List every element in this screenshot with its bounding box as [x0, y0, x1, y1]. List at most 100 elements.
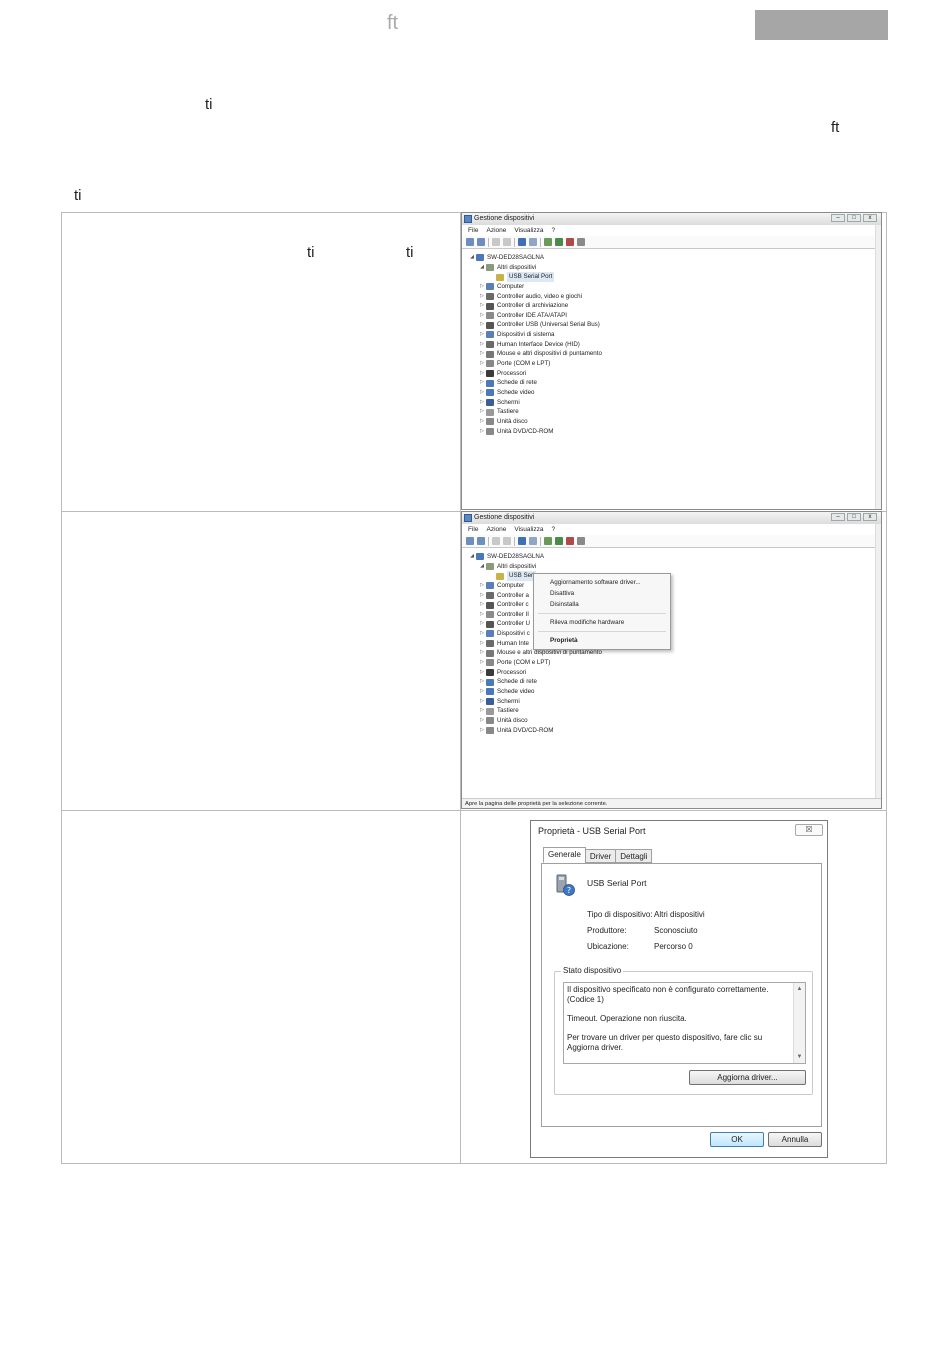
- tree-node[interactable]: ▷ Controller IDE ATA/ATAPI: [468, 311, 881, 321]
- tree-node[interactable]: ▷ Processori: [468, 369, 881, 379]
- tab-dettagli[interactable]: Dettagli: [615, 849, 653, 863]
- window-scrollbar[interactable]: [875, 524, 881, 808]
- minimize-button[interactable]: –: [831, 513, 845, 521]
- maximize-button[interactable]: □: [847, 513, 861, 521]
- tree-view-icon[interactable]: [492, 238, 500, 246]
- tree-node[interactable]: ▷ Computer: [468, 282, 881, 292]
- expand-toggle-icon[interactable]: ▷: [478, 697, 486, 707]
- tree-node[interactable]: ▷ Unità DVD/CD-ROM: [468, 427, 881, 437]
- expand-toggle-icon[interactable]: ▷: [478, 658, 486, 668]
- forward-icon[interactable]: [477, 238, 485, 246]
- expand-toggle-icon[interactable]: ▷: [478, 330, 486, 340]
- menu-item-disable[interactable]: Disattiva: [534, 588, 670, 599]
- close-button[interactable]: x: [863, 214, 877, 222]
- expand-toggle-icon[interactable]: ▷: [478, 301, 486, 311]
- expand-toggle-icon[interactable]: ▷: [478, 398, 486, 408]
- expand-toggle-icon[interactable]: ▷: [478, 648, 486, 658]
- expand-toggle-icon[interactable]: ▷: [478, 320, 486, 330]
- expand-toggle-icon[interactable]: ◢: [478, 263, 486, 273]
- tree-node[interactable]: ▷ Human Interface Device (HID): [468, 340, 881, 350]
- menu-item-update-driver[interactable]: Aggiornamento software driver...: [534, 577, 670, 588]
- scroll-up-icon[interactable]: ▲: [794, 984, 805, 994]
- tree-node[interactable]: ▷ Tastiere: [468, 706, 881, 716]
- expand-toggle-icon[interactable]: ◢: [468, 253, 476, 263]
- scan-hardware-icon[interactable]: [544, 537, 552, 545]
- minimize-button[interactable]: –: [831, 214, 845, 222]
- expand-toggle-icon[interactable]: ▷: [478, 629, 486, 639]
- expand-toggle-icon[interactable]: ▷: [478, 591, 486, 601]
- tree-node[interactable]: ▷ Unità DVD/CD-ROM: [468, 726, 881, 736]
- device-status-textbox[interactable]: Il dispositivo specificato non è configu…: [563, 982, 806, 1064]
- tab-generale[interactable]: Generale: [543, 847, 586, 863]
- properties-icon[interactable]: [529, 537, 537, 545]
- expand-toggle-icon[interactable]: ▷: [478, 687, 486, 697]
- back-icon[interactable]: [466, 537, 474, 545]
- tree-node[interactable]: ◢ SW-DED28SAGLNA: [468, 552, 881, 562]
- tree-node[interactable]: ▷ Unità disco: [468, 417, 881, 427]
- menu-help[interactable]: ?: [552, 524, 556, 535]
- tree-node[interactable]: ▷ Dispositivi di sistema: [468, 330, 881, 340]
- expand-toggle-icon[interactable]: ▷: [478, 600, 486, 610]
- list-view-icon[interactable]: [503, 537, 511, 545]
- tree-node[interactable]: ▷ Processori: [468, 668, 881, 678]
- expand-toggle-icon[interactable]: ▷: [478, 639, 486, 649]
- menu-file[interactable]: File: [468, 225, 478, 236]
- expand-toggle-icon[interactable]: ▷: [478, 282, 486, 292]
- menu-item-scan-hardware[interactable]: Rileva modifiche hardware: [534, 617, 670, 628]
- scan-hardware-icon[interactable]: [544, 238, 552, 246]
- tree-node[interactable]: ▷ Unità disco: [468, 716, 881, 726]
- uninstall-icon[interactable]: [566, 537, 574, 545]
- tree-node[interactable]: ▷ Schede video: [468, 388, 881, 398]
- expand-toggle-icon[interactable]: ▷: [478, 292, 486, 302]
- expand-toggle-icon[interactable]: ◢: [478, 562, 486, 572]
- tree-node[interactable]: ▷ Porte (COM e LPT): [468, 359, 881, 369]
- expand-toggle-icon[interactable]: ▷: [478, 340, 486, 350]
- expand-toggle-icon[interactable]: ▷: [478, 378, 486, 388]
- tree-node[interactable]: ▷ Mouse e altri dispositivi di puntamento: [468, 349, 881, 359]
- expand-toggle-icon[interactable]: ▷: [478, 668, 486, 678]
- expand-toggle-icon[interactable]: ▷: [478, 311, 486, 321]
- menu-visualizza[interactable]: Visualizza: [514, 225, 543, 236]
- tree-node[interactable]: ▷ Dispositivi c: [468, 629, 881, 639]
- expand-toggle-icon[interactable]: ▷: [478, 581, 486, 591]
- menu-item-properties[interactable]: Proprietà: [534, 635, 670, 646]
- update-driver-icon[interactable]: [555, 537, 563, 545]
- menu-visualizza[interactable]: Visualizza: [514, 524, 543, 535]
- expand-toggle-icon[interactable]: ▷: [478, 716, 486, 726]
- tree-node[interactable]: USB Serial Port: [468, 272, 881, 282]
- scroll-down-icon[interactable]: ▼: [794, 1052, 805, 1062]
- expand-toggle-icon[interactable]: ▷: [478, 349, 486, 359]
- disable-icon[interactable]: [577, 537, 585, 545]
- expand-toggle-icon[interactable]: ▷: [478, 619, 486, 629]
- expand-toggle-icon[interactable]: ▷: [478, 359, 486, 369]
- help-icon[interactable]: [518, 537, 526, 545]
- tree-node[interactable]: ▷ Schede di rete: [468, 677, 881, 687]
- tree-node[interactable]: ▷ Schede di rete: [468, 378, 881, 388]
- tree-node[interactable]: ◢ Altri dispositivi: [468, 562, 881, 572]
- forward-icon[interactable]: [477, 537, 485, 545]
- tree-node[interactable]: ▷ Controller a: [468, 591, 881, 601]
- tree-node[interactable]: ▷ Schermi: [468, 697, 881, 707]
- expand-toggle-icon[interactable]: ▷: [478, 417, 486, 427]
- menu-azione[interactable]: Azione: [486, 225, 506, 236]
- disable-icon[interactable]: [577, 238, 585, 246]
- expand-toggle-icon[interactable]: ▷: [478, 388, 486, 398]
- expand-toggle-icon[interactable]: ▷: [478, 407, 486, 417]
- tree-node[interactable]: ▷ Computer: [468, 581, 881, 591]
- tree-node[interactable]: ▷ Porte (COM e LPT): [468, 658, 881, 668]
- tree-view-icon[interactable]: [492, 537, 500, 545]
- properties-icon[interactable]: [529, 238, 537, 246]
- uninstall-icon[interactable]: [566, 238, 574, 246]
- expand-toggle-icon[interactable]: ▷: [478, 610, 486, 620]
- help-icon[interactable]: [518, 238, 526, 246]
- close-button[interactable]: x: [863, 513, 877, 521]
- ok-button[interactable]: OK: [710, 1132, 764, 1147]
- tree-node[interactable]: ▷ Human Inte: [468, 639, 881, 649]
- tree-node[interactable]: USB Seri: [468, 571, 881, 581]
- back-icon[interactable]: [466, 238, 474, 246]
- tree-node[interactable]: ▷ Controller audio, video e giochi: [468, 292, 881, 302]
- list-view-icon[interactable]: [503, 238, 511, 246]
- tree-node[interactable]: ▷ Schermi: [468, 398, 881, 408]
- update-driver-icon[interactable]: [555, 238, 563, 246]
- close-button[interactable]: ☒: [795, 824, 823, 836]
